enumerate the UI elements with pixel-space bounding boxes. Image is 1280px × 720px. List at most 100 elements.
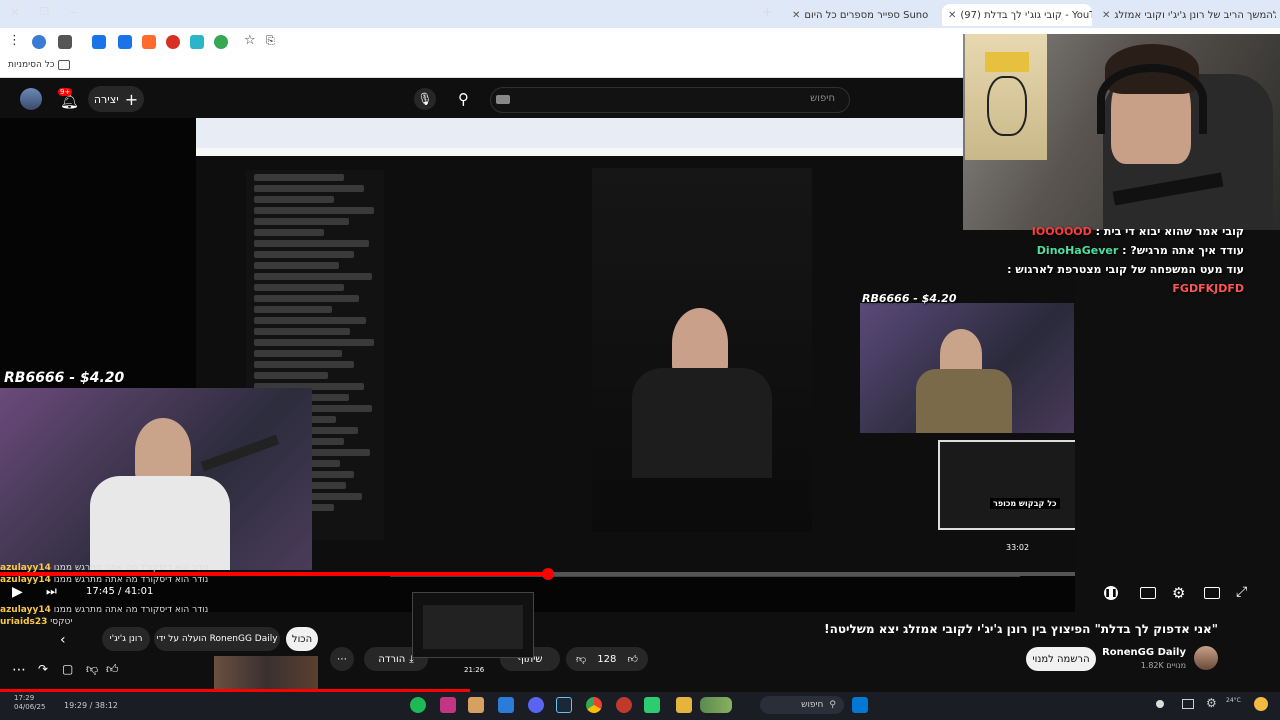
tab-close-icon[interactable]: ✕ xyxy=(1102,10,1110,21)
create-button[interactable]: יצירה + xyxy=(88,86,144,112)
all-bookmarks-label[interactable]: כל הסימניות xyxy=(8,60,55,70)
chevron-left-icon[interactable]: ‹ xyxy=(60,632,66,648)
search-icon[interactable]: ⚲ xyxy=(458,88,480,110)
notification-badge: 9+ xyxy=(58,88,73,96)
chip-uploaded-by[interactable]: הועלה על ידי RonenGG Daily xyxy=(154,627,280,651)
channel-name[interactable]: RonenGG Daily xyxy=(1100,647,1186,658)
pause-autoplay-icon[interactable]: ❚❚ xyxy=(1104,586,1118,600)
app-icon[interactable] xyxy=(616,697,632,713)
mini-player-timeline: 19:29 / 38:12 xyxy=(64,701,118,710)
thumbs-down-small-icon[interactable]: 👎︎ xyxy=(86,662,98,677)
short-thumbnail[interactable] xyxy=(214,656,318,690)
extension-icon[interactable] xyxy=(166,35,180,49)
theater-mode-icon[interactable] xyxy=(1204,587,1220,599)
overlay-chat: קובי אמר שהוא יבוא די בית : IOOOOOD עודד… xyxy=(963,222,1280,295)
tab-close-icon[interactable]: ✕ xyxy=(792,10,800,21)
mic-icon[interactable]: 🎙︎ xyxy=(414,88,436,110)
extension-icon[interactable] xyxy=(92,35,106,49)
chip-all[interactable]: הכול xyxy=(286,627,318,651)
mini-player-time: 21:26 xyxy=(464,666,485,674)
spotify-icon[interactable] xyxy=(410,697,426,713)
extension-icon[interactable] xyxy=(142,35,156,49)
extension-icon[interactable] xyxy=(58,35,72,49)
comment-icon[interactable]: ▢ xyxy=(62,662,73,676)
left-webcam-overlay xyxy=(0,388,312,570)
chrome-icon[interactable] xyxy=(586,697,602,713)
clock-display: 17:29 04/06/25 xyxy=(14,694,46,711)
like-button[interactable]: 👎︎ 128 👍︎ xyxy=(566,647,648,671)
close-window-icon[interactable]: ✕ xyxy=(10,6,19,20)
avatar[interactable] xyxy=(20,88,42,110)
streamer-webcam xyxy=(963,34,1280,230)
chip-ronen[interactable]: רונן ג'יג'י xyxy=(102,627,150,651)
embedded-stream-video xyxy=(592,168,812,532)
windows-taskbar xyxy=(0,692,1280,720)
search-input[interactable]: חיפוש xyxy=(490,87,850,113)
minimize-icon[interactable]: – xyxy=(70,6,77,20)
menu-dots-icon[interactable]: ⋮ xyxy=(8,34,21,48)
weather-display: 24°C xyxy=(1226,697,1241,704)
video-title: "אני אדפוק לך בדלת" הפיצוץ בין רונן ג'יג… xyxy=(824,622,1218,636)
tab-close-icon[interactable]: ✕ xyxy=(948,10,956,21)
play-icon[interactable]: ▶ xyxy=(12,584,23,600)
next-icon[interactable]: ⏭ xyxy=(46,584,57,599)
settings-tray-icon[interactable]: ⚙ xyxy=(1206,696,1217,710)
taskbar-search[interactable]: חיפוש ⚲ xyxy=(760,696,844,714)
subtitles-icon[interactable] xyxy=(1140,587,1156,599)
painting xyxy=(965,34,1047,160)
notification-icon[interactable] xyxy=(1156,700,1164,708)
progress-fill xyxy=(0,572,549,576)
right-webcam-overlay xyxy=(860,303,1074,433)
star-icon[interactable]: ☆ xyxy=(244,34,256,48)
notifications-icon[interactable]: 🔔︎ 9+ xyxy=(58,88,79,110)
thumbs-up-icon[interactable]: 👍︎ xyxy=(628,653,638,665)
windows-start-icon[interactable] xyxy=(852,697,868,713)
profile-extension-icon[interactable] xyxy=(32,35,46,49)
donation-label-left: RB6666 - $4.20 xyxy=(4,370,125,386)
channel-avatar[interactable] xyxy=(1194,646,1218,670)
notepad-icon[interactable] xyxy=(498,697,514,713)
discord-icon[interactable] xyxy=(528,697,544,713)
chat-message: עוד מעט המשפחה של קובי מצטרפת לארגוש : F… xyxy=(1007,263,1244,295)
donation-label-right: RB6666 - $4.20 xyxy=(862,292,957,305)
streamer-body xyxy=(632,368,772,478)
steam-icon[interactable] xyxy=(556,697,572,713)
system-tray-icon[interactable] xyxy=(1182,699,1194,709)
restore-icon[interactable]: ❐ xyxy=(40,6,49,20)
share-icon[interactable]: ↷ xyxy=(38,662,48,676)
more-icon[interactable]: ⋯ xyxy=(12,662,26,678)
app-icon[interactable] xyxy=(468,697,484,713)
video-player[interactable]: RB6666 - $4.20 כל קבקוש מכופר 33:02 RB66… xyxy=(0,118,1075,612)
time-display: 17:45 / 41:01 xyxy=(86,586,154,597)
embedded-browser-tabs xyxy=(196,118,1075,148)
headphones xyxy=(1097,64,1207,134)
thumbs-down-icon[interactable]: 👎︎ xyxy=(576,653,586,665)
app-icon[interactable] xyxy=(644,697,660,713)
new-tab-icon[interactable]: + xyxy=(762,6,773,20)
mini-time-label: 33:02 xyxy=(1006,543,1030,552)
tab-youtube-other[interactable]: ✕ לא שוב | עודד מגיב להמשך הריב של רונן … xyxy=(1096,4,1276,26)
mini-player[interactable] xyxy=(412,592,534,658)
search-icon: ⚲ xyxy=(829,700,836,710)
thumbs-up-small-icon[interactable]: 👍︎ xyxy=(106,662,119,677)
extension-icon[interactable] xyxy=(190,35,204,49)
more-actions-button[interactable]: ⋯ xyxy=(330,647,354,671)
fullscreen-icon[interactable]: ⤢ xyxy=(1236,584,1247,600)
tab-suno[interactable]: ✕ ספייר מספרים כל היום Suno xyxy=(786,4,936,26)
folder-icon[interactable] xyxy=(58,60,70,70)
chat-line: azulayy14 נודר הוא דיסקורד מה אתה מתרגש … xyxy=(0,605,209,615)
extension-icon[interactable] xyxy=(118,35,132,49)
widgets-icon[interactable] xyxy=(700,697,732,713)
mini-thumbnail: כל קבקוש מכופר xyxy=(938,440,1075,530)
weather-icon xyxy=(1254,697,1268,711)
chat-message: קובי אמר שהוא יבוא די בית : IOOOOOD xyxy=(1031,225,1244,238)
translate-icon[interactable]: ⎘ xyxy=(266,34,275,48)
subscribe-button[interactable]: הרשמה למנוי xyxy=(1026,647,1096,671)
settings-icon[interactable]: ⚙ xyxy=(1172,584,1185,602)
extension-icon[interactable] xyxy=(214,35,228,49)
keyboard-icon[interactable] xyxy=(496,95,510,104)
video-progress-bar[interactable] xyxy=(0,568,1075,580)
file-explorer-icon[interactable] xyxy=(676,697,692,713)
tab-youtube-active[interactable]: ✕ (97) קובי גוג'י לך בדלת - YouTube xyxy=(942,4,1092,26)
instagram-icon[interactable] xyxy=(440,697,456,713)
